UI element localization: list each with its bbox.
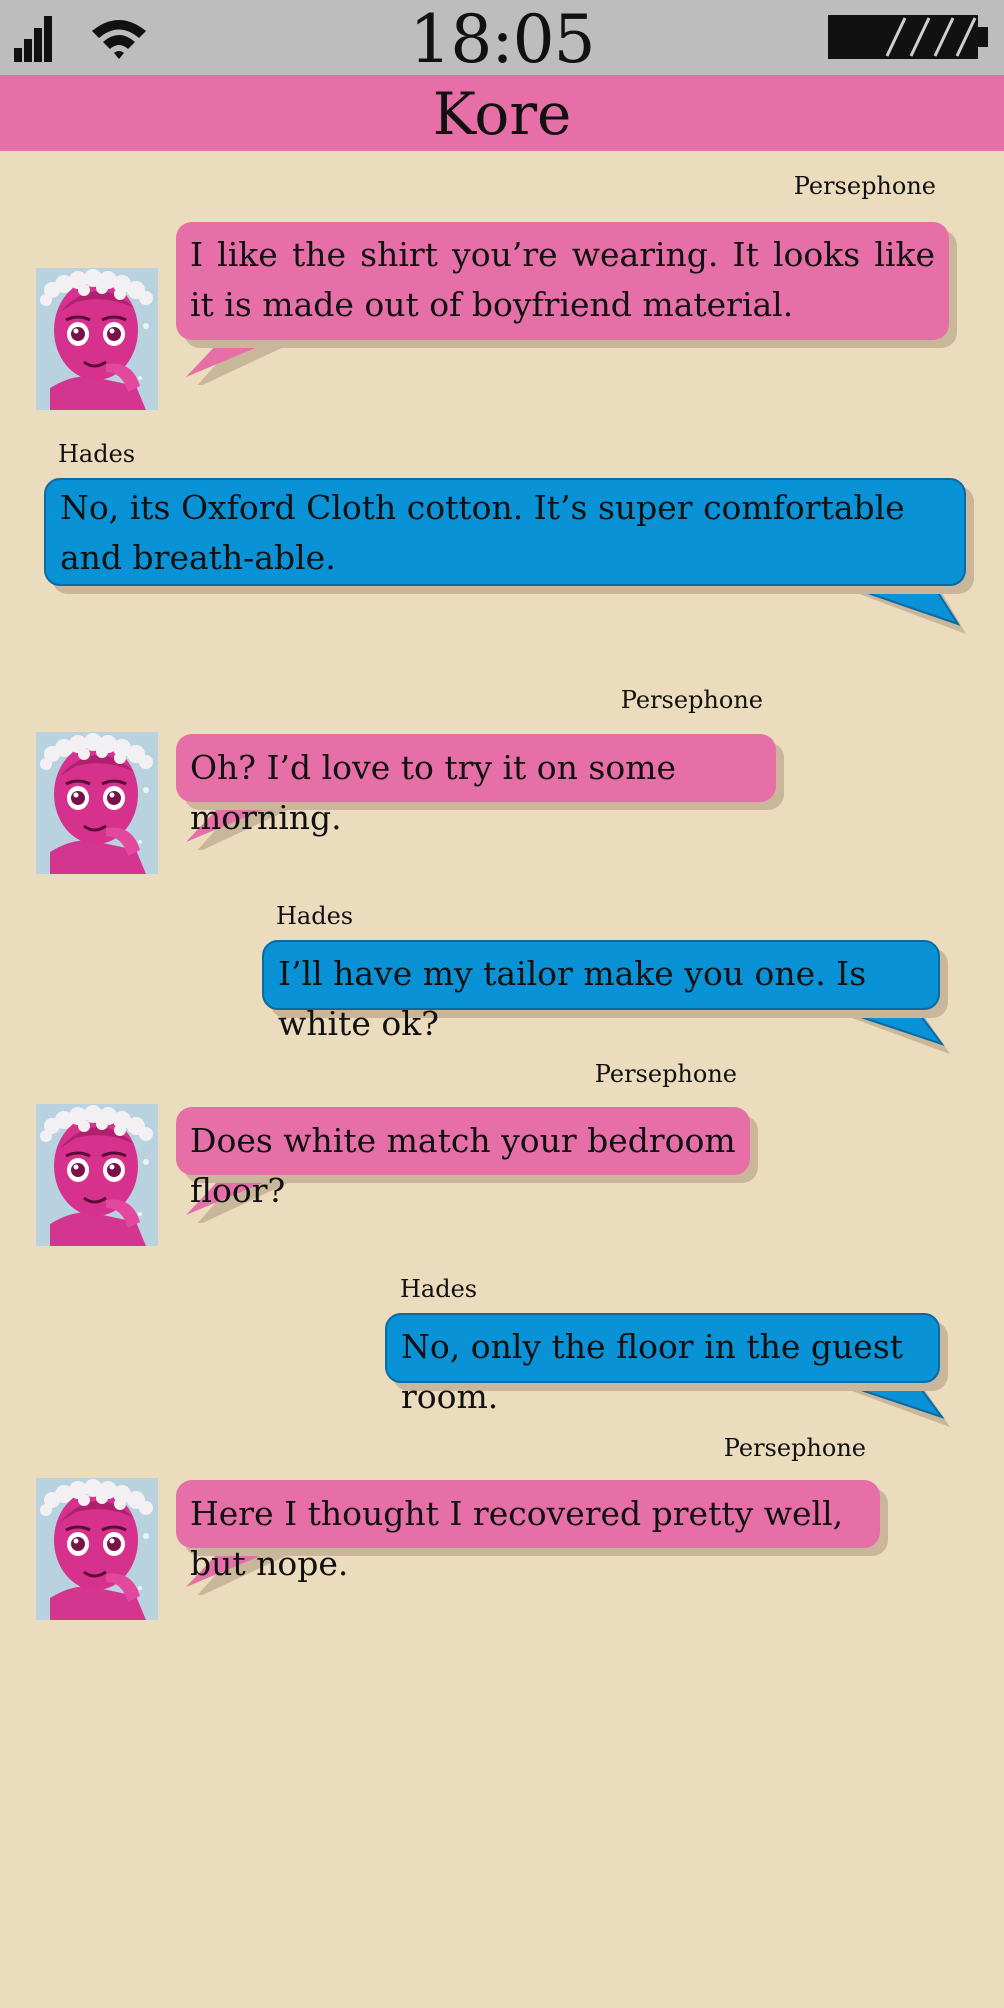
message-bubble-persephone: Does white match your bedroom floor?	[176, 1107, 750, 1210]
message-sender: Hades	[276, 902, 354, 930]
message-bubble-persephone: Here I thought I recovered pretty well, …	[176, 1480, 880, 1583]
bubble-tail	[829, 580, 966, 634]
message-bubble-hades: No, only the floor in the guest room.	[385, 1313, 940, 1416]
message-bubble-persephone: Oh? I’d love to try it on some morning.	[176, 734, 776, 837]
message-sender: Persephone	[723, 1434, 866, 1462]
chat-title: Kore	[0, 75, 1004, 151]
message-sender: Persephone	[620, 686, 763, 714]
message-bubble-persephone: I like the shirt you’re wearing. It look…	[176, 222, 949, 340]
message-sender: Hades	[58, 440, 136, 468]
persephone-avatar	[36, 268, 158, 410]
message-sender: Persephone	[594, 1060, 737, 1088]
message-bubble-hades: I’ll have my tailor make you one. Is whi…	[262, 940, 940, 1043]
status-bar: 18:05	[0, 0, 1004, 78]
persephone-avatar	[36, 1104, 158, 1246]
message-sender: Persephone	[793, 172, 936, 200]
message-bubble-hades: No, its Oxford Cloth cotton. It’s super …	[44, 478, 966, 586]
persephone-avatar	[36, 732, 158, 874]
persephone-avatar	[36, 1478, 158, 1620]
battery-icon	[828, 15, 988, 59]
message-sender: Hades	[400, 1275, 478, 1303]
